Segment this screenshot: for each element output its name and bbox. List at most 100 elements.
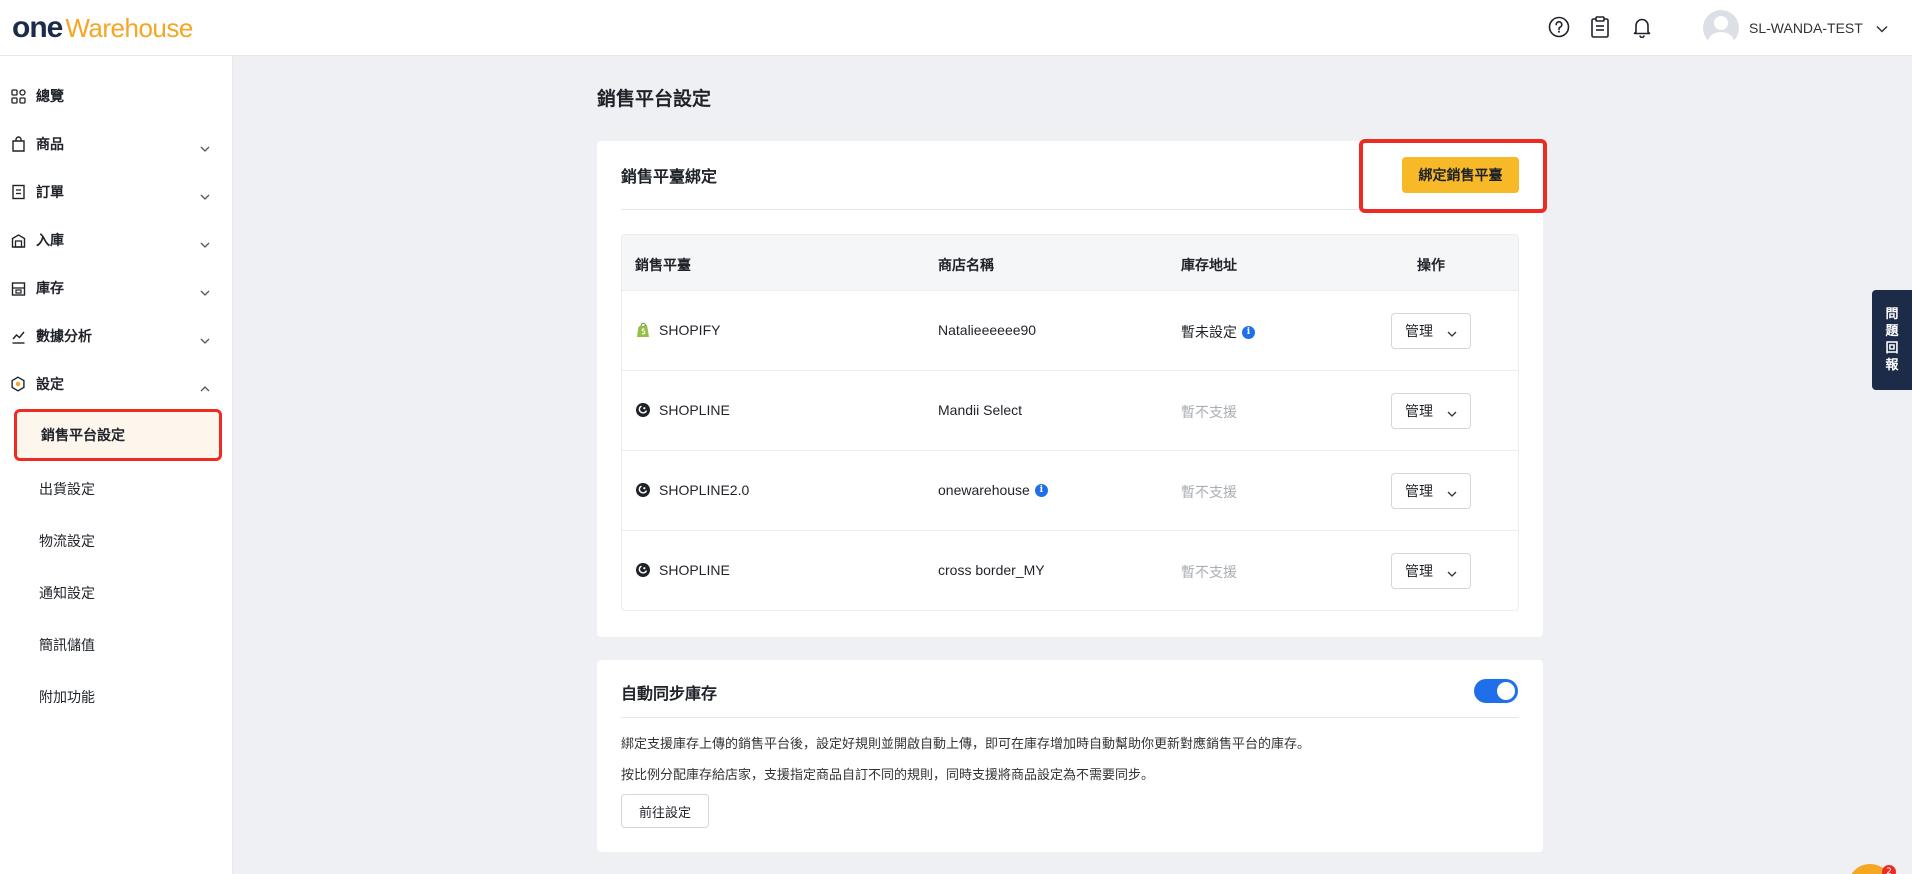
shopline-icon — [635, 402, 651, 418]
shopify-icon — [635, 322, 651, 338]
bell-icon[interactable] — [1629, 14, 1655, 40]
store-name: Natalieeeeee90 — [938, 322, 1037, 338]
manage-dropdown[interactable]: 管理 — [1391, 393, 1471, 429]
sidebar-item-label: 數據分析 — [36, 329, 92, 345]
sidebar-item-analytics[interactable]: 數據分析 — [0, 316, 233, 356]
sidebar-item-label: 設定 — [36, 377, 64, 393]
auto-sync-description-1: 綁定支援庫存上傳的銷售平台後，設定好規則並開啟自動上傳，即可在庫存增加時自動幫助… — [621, 737, 1311, 752]
sidebar-item-label: 入庫 — [36, 233, 64, 249]
sidebar-subitem-sales-platform[interactable]: 銷售平台設定 — [14, 409, 222, 461]
column-header-action: 操作 — [1417, 258, 1445, 274]
chevron-down-icon — [199, 234, 211, 253]
chevron-down-icon — [1875, 19, 1889, 38]
chevron-down-icon — [1446, 486, 1458, 502]
bind-platform-button[interactable]: 綁定銷售平臺 — [1402, 157, 1519, 193]
table-row: SHOPLINE Mandii Select 暫不支援 管理 — [622, 371, 1518, 451]
manage-label: 管理 — [1405, 324, 1433, 340]
sidebar-subitem-shipping[interactable]: 出貨設定 — [14, 463, 222, 515]
address-text: 暫不支援 — [1181, 405, 1237, 421]
auto-sync-toggle[interactable] — [1474, 679, 1518, 703]
avatar — [1703, 10, 1739, 46]
platform-name: SHOPLINE — [659, 402, 730, 418]
chevron-down-icon — [1446, 566, 1458, 582]
platform-cell: SHOPLINE — [635, 402, 730, 418]
address-cell: 暫未設定 i — [1181, 322, 1255, 342]
manage-dropdown[interactable]: 管理 — [1391, 553, 1471, 589]
info-icon[interactable]: i — [1034, 483, 1048, 497]
user-name: SL-WANDA-TEST — [1749, 20, 1863, 36]
sidebar-item-label: 訂單 — [36, 185, 64, 201]
auto-sync-description-2: 按比例分配庫存給店家，支援指定商品自訂不同的規則，同時支援將商品設定為不需要同步… — [621, 768, 1155, 783]
feedback-char: 報 — [1885, 358, 1899, 373]
sidebar-subitem-sms-topup[interactable]: 簡訊儲值 — [14, 619, 222, 671]
logo[interactable]: one Warehouse — [12, 11, 193, 44]
manage-label: 管理 — [1405, 404, 1433, 420]
column-header-store: 商店名稱 — [938, 258, 994, 274]
auto-sync-card: 自動同步庫存 綁定支援庫存上傳的銷售平台後，設定好規則並開啟自動上傳，即可在庫存… — [597, 660, 1543, 852]
logo-warehouse: Warehouse — [65, 13, 193, 43]
address-text: 暫不支援 — [1181, 485, 1237, 501]
order-icon — [10, 184, 26, 200]
sidebar-subitem-logistics[interactable]: 物流設定 — [14, 515, 222, 567]
inbound-icon — [10, 232, 26, 248]
manage-dropdown[interactable]: 管理 — [1391, 313, 1471, 349]
settings-icon — [10, 376, 26, 392]
chevron-down-icon — [199, 138, 211, 157]
address-text: 暫未設定 — [1181, 325, 1237, 341]
table-header: 銷售平臺 商店名稱 庫存地址 操作 — [622, 235, 1518, 291]
analytics-icon — [10, 328, 26, 344]
platform-cell: SHOPIFY — [635, 322, 720, 338]
manage-label: 管理 — [1405, 564, 1433, 580]
table-row: SHOPIFY Natalieeeeee90 暫未設定 i 管理 — [622, 291, 1518, 371]
store-name: Mandii Select — [938, 402, 1023, 418]
platform-table: 銷售平臺 商店名稱 庫存地址 操作 SHOPIFY Natalieeeeee90… — [621, 234, 1519, 611]
column-header-address: 庫存地址 — [1181, 258, 1237, 274]
store-cell: Natalieeeeee90 — [938, 322, 1036, 338]
platform-name: SHOPLINE2.0 — [659, 482, 750, 498]
bag-icon — [10, 136, 26, 152]
platform-cell: SHOPLINE2.0 — [635, 482, 749, 498]
sidebar-subitem-notifications[interactable]: 通知設定 — [14, 567, 222, 619]
chevron-down-icon — [199, 282, 211, 301]
sidebar: 總覽 商品 訂單 入庫 庫存 數據分析 設定 銷售平台設定 出貨設定 物流設定 … — [0, 56, 233, 874]
sidebar-item-products[interactable]: 商品 — [0, 124, 233, 164]
goto-settings-button[interactable]: 前往設定 — [621, 794, 709, 828]
feedback-char: 題 — [1885, 324, 1899, 339]
table-row: SHOPLINE cross border_MY 暫不支援 管理 — [622, 531, 1518, 610]
help-icon[interactable] — [1546, 14, 1572, 40]
store-name: cross border_MY — [938, 562, 1045, 578]
manage-label: 管理 — [1405, 484, 1433, 500]
shopline-icon — [635, 562, 651, 578]
auto-sync-title: 自動同步庫存 — [621, 684, 718, 703]
dashboard-icon — [10, 88, 26, 104]
platform-name: SHOPLINE — [659, 562, 730, 578]
sidebar-item-overview[interactable]: 總覽 — [0, 76, 233, 116]
address-cell: 暫不支援 — [1181, 482, 1237, 502]
shopline-icon — [635, 482, 651, 498]
sidebar-item-inventory[interactable]: 庫存 — [0, 268, 233, 308]
sidebar-item-inbound[interactable]: 入庫 — [0, 220, 233, 260]
column-header-platform: 銷售平臺 — [635, 258, 691, 274]
chevron-down-icon — [1446, 326, 1458, 342]
user-menu[interactable]: SL-WANDA-TEST — [1703, 8, 1889, 48]
chevron-down-icon — [199, 186, 211, 205]
feedback-tab[interactable]: 問 題 回 報 — [1872, 290, 1912, 390]
divider — [621, 717, 1519, 718]
sidebar-item-label: 商品 — [36, 137, 64, 153]
clipboard-icon[interactable] — [1587, 14, 1613, 40]
page-title: 銷售平台設定 — [597, 88, 712, 110]
feedback-char: 問 — [1885, 307, 1899, 322]
binding-card-title: 銷售平臺綁定 — [621, 167, 718, 186]
platform-name: SHOPIFY — [659, 322, 721, 338]
inventory-icon — [10, 280, 26, 296]
chevron-down-icon — [199, 330, 211, 349]
store-cell: cross border_MY — [938, 562, 1045, 578]
manage-dropdown[interactable]: 管理 — [1391, 473, 1471, 509]
sidebar-item-orders[interactable]: 訂單 — [0, 172, 233, 212]
info-icon[interactable]: i — [1242, 325, 1255, 339]
store-cell: Mandii Select — [938, 402, 1022, 418]
sidebar-subitem-addons[interactable]: 附加功能 — [14, 671, 222, 723]
chevron-up-icon — [199, 378, 211, 397]
sidebar-item-settings[interactable]: 設定 — [0, 364, 233, 404]
address-cell: 暫不支援 — [1181, 402, 1237, 422]
